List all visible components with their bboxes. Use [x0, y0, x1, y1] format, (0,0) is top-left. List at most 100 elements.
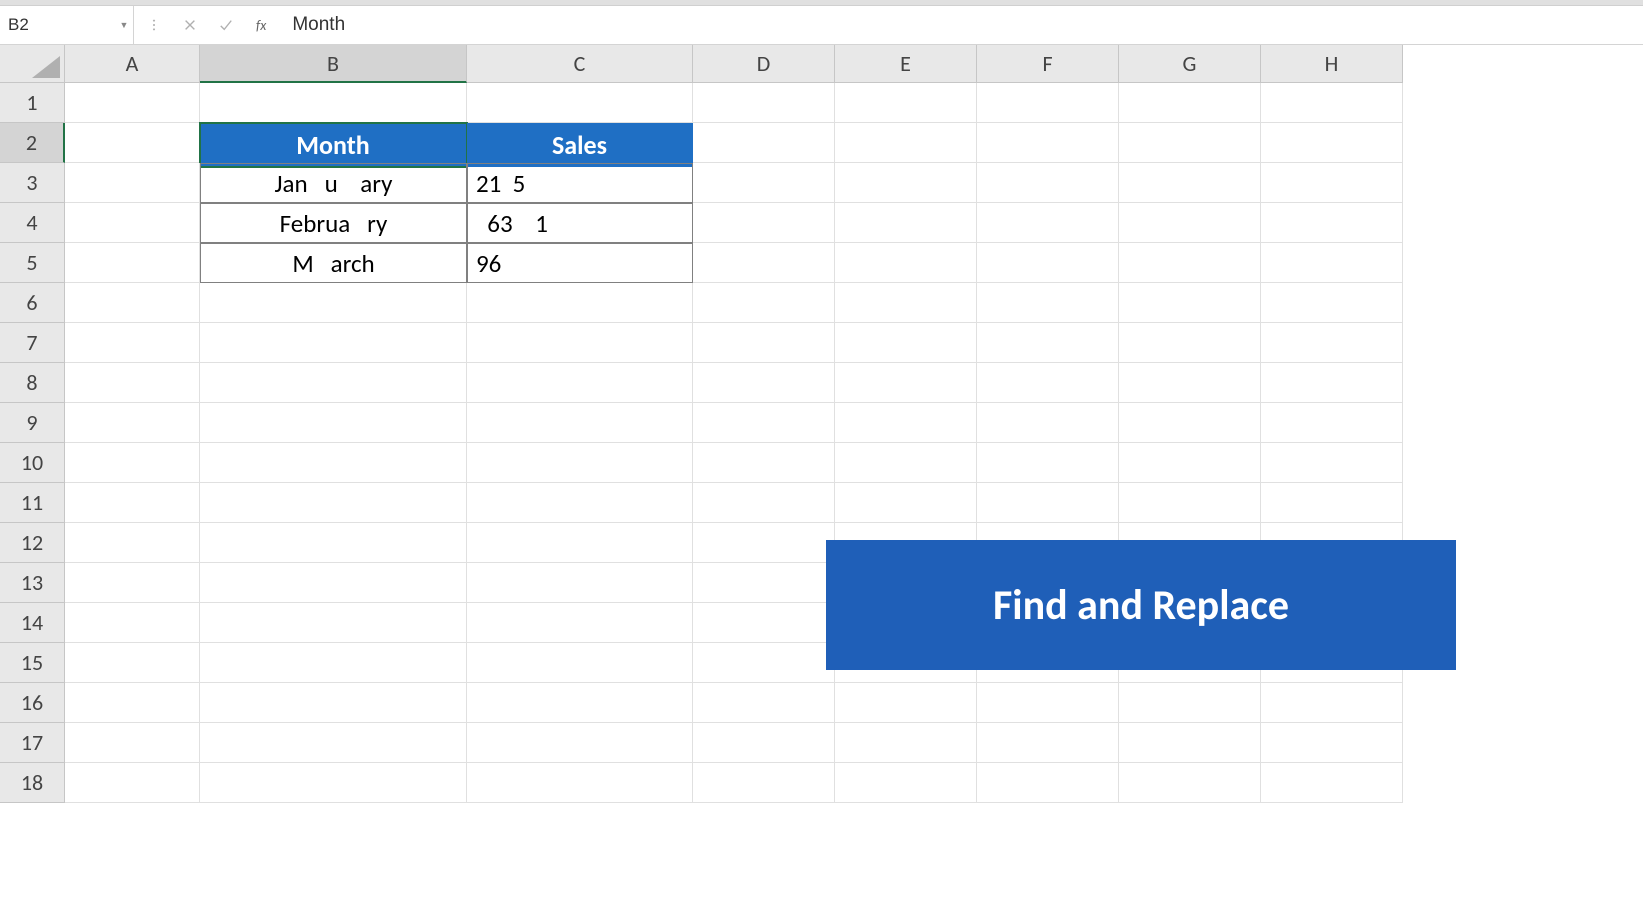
cell-C14[interactable]	[467, 603, 693, 643]
cell-H18[interactable]	[1261, 763, 1403, 803]
cell-A7[interactable]	[65, 323, 200, 363]
cell-H17[interactable]	[1261, 723, 1403, 763]
cell-H7[interactable]	[1261, 323, 1403, 363]
cell-H9[interactable]	[1261, 403, 1403, 443]
cell-B15[interactable]	[200, 643, 467, 683]
cell-F11[interactable]	[977, 483, 1119, 523]
cell-G9[interactable]	[1119, 403, 1261, 443]
cell-D9[interactable]	[693, 403, 835, 443]
row-header-7[interactable]: 7	[0, 323, 65, 363]
cell-G17[interactable]	[1119, 723, 1261, 763]
cell-D11[interactable]	[693, 483, 835, 523]
cell-D14[interactable]	[693, 603, 835, 643]
cell-H16[interactable]	[1261, 683, 1403, 723]
cell-D18[interactable]	[693, 763, 835, 803]
cell-E5[interactable]	[835, 243, 977, 283]
col-header-H[interactable]: H	[1261, 45, 1403, 83]
cell-E6[interactable]	[835, 283, 977, 323]
cell-A12[interactable]	[65, 523, 200, 563]
cell-H6[interactable]	[1261, 283, 1403, 323]
row-header-18[interactable]: 18	[0, 763, 65, 803]
cell-A18[interactable]	[65, 763, 200, 803]
cell-A14[interactable]	[65, 603, 200, 643]
cancel-icon[interactable]	[178, 13, 202, 37]
cell-B14[interactable]	[200, 603, 467, 643]
row-header-15[interactable]: 15	[0, 643, 65, 683]
cell-E8[interactable]	[835, 363, 977, 403]
cell-D1[interactable]	[693, 83, 835, 123]
row-header-5[interactable]: 5	[0, 243, 65, 283]
cell-G4[interactable]	[1119, 203, 1261, 243]
formula-input[interactable]	[280, 6, 1643, 44]
fx-label[interactable]: fx	[250, 17, 272, 34]
cell-G8[interactable]	[1119, 363, 1261, 403]
confirm-icon[interactable]	[214, 13, 238, 37]
cell-A15[interactable]	[65, 643, 200, 683]
col-header-A[interactable]: A	[65, 45, 200, 83]
row-header-17[interactable]: 17	[0, 723, 65, 763]
cell-D8[interactable]	[693, 363, 835, 403]
col-header-F[interactable]: F	[977, 45, 1119, 83]
cell-G10[interactable]	[1119, 443, 1261, 483]
cell-B16[interactable]	[200, 683, 467, 723]
cell-G16[interactable]	[1119, 683, 1261, 723]
name-box[interactable]	[0, 9, 115, 41]
cell-D6[interactable]	[693, 283, 835, 323]
name-box-dropdown-icon[interactable]: ▼	[115, 6, 133, 44]
cell-B3[interactable]: Jan u ary	[200, 163, 467, 203]
cell-H1[interactable]	[1261, 83, 1403, 123]
cell-A5[interactable]	[65, 243, 200, 283]
row-header-6[interactable]: 6	[0, 283, 65, 323]
cell-G11[interactable]	[1119, 483, 1261, 523]
cell-C8[interactable]	[467, 363, 693, 403]
cell-G18[interactable]	[1119, 763, 1261, 803]
cell-A17[interactable]	[65, 723, 200, 763]
cell-A16[interactable]	[65, 683, 200, 723]
cell-G3[interactable]	[1119, 163, 1261, 203]
cell-F4[interactable]	[977, 203, 1119, 243]
row-header-10[interactable]: 10	[0, 443, 65, 483]
cell-H2[interactable]	[1261, 123, 1403, 163]
row-header-16[interactable]: 16	[0, 683, 65, 723]
cell-G6[interactable]	[1119, 283, 1261, 323]
cell-B10[interactable]	[200, 443, 467, 483]
cell-F8[interactable]	[977, 363, 1119, 403]
cell-C18[interactable]	[467, 763, 693, 803]
col-header-C[interactable]: C	[467, 45, 693, 83]
cell-G7[interactable]	[1119, 323, 1261, 363]
cell-H3[interactable]	[1261, 163, 1403, 203]
cell-B6[interactable]	[200, 283, 467, 323]
cell-E10[interactable]	[835, 443, 977, 483]
row-header-12[interactable]: 12	[0, 523, 65, 563]
cell-F3[interactable]	[977, 163, 1119, 203]
row-header-3[interactable]: 3	[0, 163, 65, 203]
cell-A6[interactable]	[65, 283, 200, 323]
col-header-G[interactable]: G	[1119, 45, 1261, 83]
cell-F7[interactable]	[977, 323, 1119, 363]
cell-H4[interactable]	[1261, 203, 1403, 243]
cell-F10[interactable]	[977, 443, 1119, 483]
cell-D13[interactable]	[693, 563, 835, 603]
cell-A8[interactable]	[65, 363, 200, 403]
cell-F2[interactable]	[977, 123, 1119, 163]
cell-F9[interactable]	[977, 403, 1119, 443]
cell-B5[interactable]: M arch	[200, 243, 467, 283]
cell-A11[interactable]	[65, 483, 200, 523]
cell-F5[interactable]	[977, 243, 1119, 283]
cell-F16[interactable]	[977, 683, 1119, 723]
cell-C16[interactable]	[467, 683, 693, 723]
cell-E18[interactable]	[835, 763, 977, 803]
cell-E11[interactable]	[835, 483, 977, 523]
cell-C2[interactable]: Sales	[467, 123, 693, 167]
cell-C12[interactable]	[467, 523, 693, 563]
cell-D5[interactable]	[693, 243, 835, 283]
cell-B17[interactable]	[200, 723, 467, 763]
cell-C17[interactable]	[467, 723, 693, 763]
row-header-9[interactable]: 9	[0, 403, 65, 443]
cell-D16[interactable]	[693, 683, 835, 723]
cell-A2[interactable]	[65, 123, 200, 163]
cell-C15[interactable]	[467, 643, 693, 683]
cell-H10[interactable]	[1261, 443, 1403, 483]
cell-D2[interactable]	[693, 123, 835, 163]
cell-E2[interactable]	[835, 123, 977, 163]
